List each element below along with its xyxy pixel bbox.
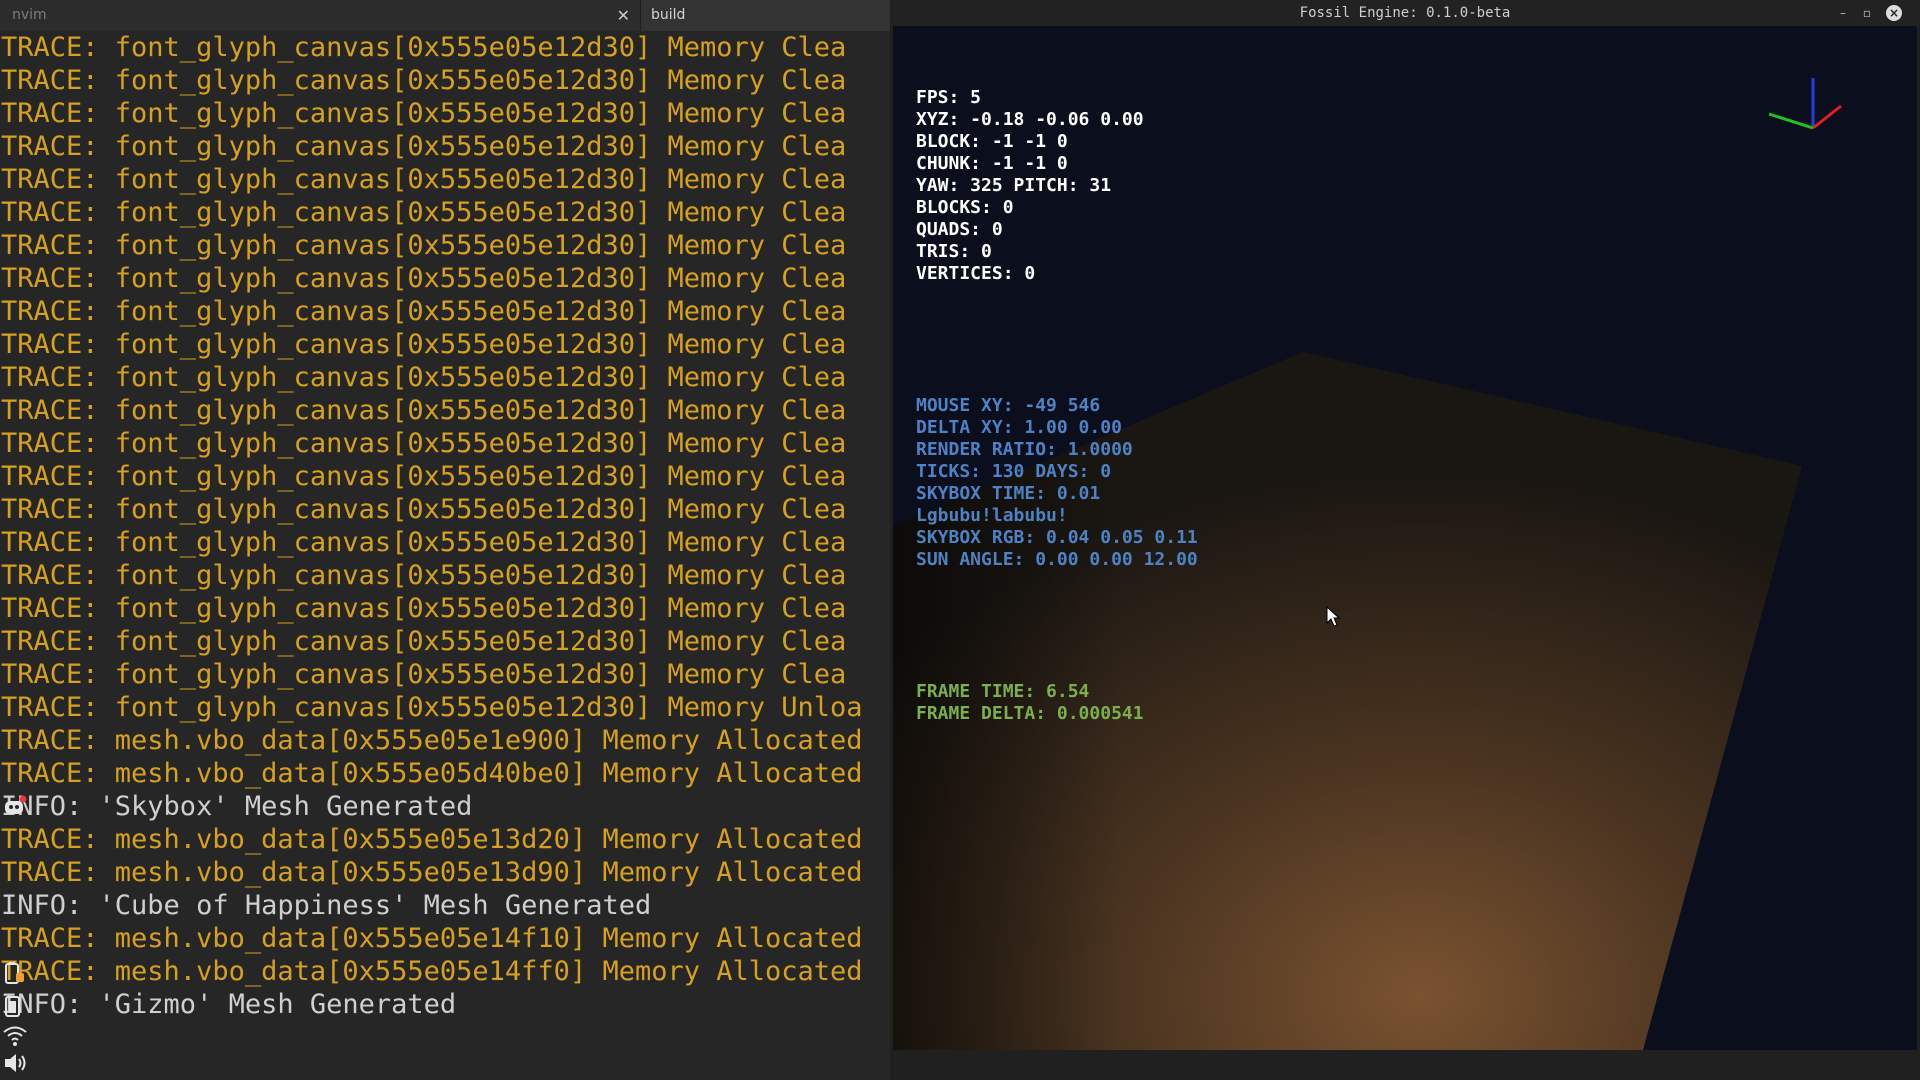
log-line: TRACE: font_glyph_canvas[0x555e05e12d30]…: [1, 395, 847, 426]
log-line: TRACE: font_glyph_canvas[0x555e05e12d30]…: [1, 626, 847, 657]
hud-line: SKYBOX RGB: 0.04 0.05 0.11: [916, 527, 1198, 548]
tab-nvim[interactable]: nvim ✕: [0, 0, 640, 31]
hud-line: RENDER RATIO: 1.0000: [916, 439, 1133, 460]
hud-line: BLOCK: -1 -1 0: [916, 131, 1068, 152]
maximize-button[interactable]: ▫: [1858, 4, 1876, 22]
hud-line: TRIS: 0: [916, 241, 992, 262]
volume-icon[interactable]: [2, 1050, 28, 1076]
log-line: TRACE: mesh.vbo_data[0x555e05e13d90] Mem…: [1, 857, 863, 888]
hud-line: BLOCKS: 0: [916, 197, 1014, 218]
tab-build-label: build: [651, 7, 686, 23]
battery-icon[interactable]: [2, 960, 28, 986]
hud-line: MOUSE XY: -49 546: [916, 395, 1101, 416]
minimize-button[interactable]: –: [1834, 4, 1852, 22]
game-viewport[interactable]: FPS: 5 XYZ: -0.18 -0.06 0.00 BLOCK: -1 -1 …: [893, 26, 1917, 1050]
log-line: TRACE: font_glyph_canvas[0x555e05e12d30]…: [1, 296, 847, 327]
hud-line: SUN ANGLE: 0.00 0.00 12.00: [916, 549, 1198, 570]
terminal-tab-bar: nvim ✕ build: [0, 0, 890, 31]
game-window[interactable]: Fossil Engine: 0.1.0-beta – ▫ × FPS: 5 X…: [890, 0, 1920, 1080]
hud-line: FRAME TIME: 6.54: [916, 681, 1090, 702]
hud-line: SKYBOX TIME: 0.01: [916, 483, 1101, 504]
log-line: TRACE: mesh.vbo_data[0x555e05e14f10] Mem…: [1, 923, 863, 954]
log-line: TRACE: font_glyph_canvas[0x555e05e12d30]…: [1, 98, 847, 129]
hud-line: DELTA XY: 1.00 0.00: [916, 417, 1122, 438]
tab-build[interactable]: build: [641, 0, 890, 31]
wifi-icon[interactable]: [2, 1023, 28, 1049]
log-line: TRACE: font_glyph_canvas[0x555e05e12d30]…: [1, 362, 847, 393]
log-line: INFO: 'Skybox' Mesh Generated: [1, 791, 473, 822]
log-output: TRACE: font_glyph_canvas[0x555e05e12d30]…: [0, 31, 890, 1021]
log-line: TRACE: font_glyph_canvas[0x555e05e12d30]…: [1, 65, 847, 96]
log-line: TRACE: font_glyph_canvas[0x555e05e12d30]…: [1, 527, 847, 558]
hud-line: FRAME DELTA: 0.000541: [916, 703, 1144, 724]
log-line: TRACE: mesh.vbo_data[0x555e05e1e900] Mem…: [1, 725, 863, 756]
hud-line: CHUNK: -1 -1 0: [916, 153, 1068, 174]
hud-stats-white: FPS: 5 XYZ: -0.18 -0.06 0.00 BLOCK: -1 -1 …: [916, 87, 1198, 285]
hud-line: QUADS: 0: [916, 219, 1003, 240]
log-line: TRACE: font_glyph_canvas[0x555e05e12d30]…: [1, 164, 847, 195]
log-line: TRACE: font_glyph_canvas[0x555e05e12d30]…: [1, 329, 847, 360]
log-line: TRACE: mesh.vbo_data[0x555e05e13d20] Mem…: [1, 824, 863, 855]
window-title: Fossil Engine: 0.1.0-beta: [1299, 5, 1511, 21]
hud-line: Lgbubu!labubu!: [916, 505, 1068, 526]
log-line: TRACE: font_glyph_canvas[0x555e05e12d30]…: [1, 461, 847, 492]
hud-stats-green: FRAME TIME: 6.54 FRAME DELTA: 0.000541: [916, 681, 1198, 725]
hud-line: TICKS: 130 DAYS: 0: [916, 461, 1112, 482]
hud-stats-blue: MOUSE XY: -49 546 DELTA XY: 1.00 0.00 REND…: [916, 395, 1198, 571]
log-line: TRACE: font_glyph_canvas[0x555e05e12d30]…: [1, 593, 847, 624]
battery-full-icon[interactable]: [2, 993, 28, 1019]
hud-line: VERTICES: 0: [916, 263, 1036, 284]
tab-nvim-label: nvim: [12, 7, 47, 23]
log-line: TRACE: font_glyph_canvas[0x555e05e12d30]…: [1, 659, 847, 690]
log-line: TRACE: font_glyph_canvas[0x555e05e12d30]…: [1, 131, 847, 162]
terminal-window[interactable]: nvim ✕ build TRACE: font_glyph_canvas[0x…: [0, 0, 890, 1080]
discord-icon[interactable]: [2, 794, 28, 820]
log-line: TRACE: font_glyph_canvas[0x555e05e12d30]…: [1, 197, 847, 228]
hud-line: YAW: 325 PITCH: 31: [916, 175, 1112, 196]
log-line: TRACE: font_glyph_canvas[0x555e05e12d30]…: [1, 560, 847, 591]
axis-gizmo-icon: [1768, 78, 1842, 130]
log-line: TRACE: font_glyph_canvas[0x555e05e12d30]…: [1, 263, 847, 294]
close-button[interactable]: ×: [1886, 5, 1902, 21]
log-line: TRACE: font_glyph_canvas[0x555e05e12d30]…: [1, 494, 847, 525]
hud-line: FPS: 5: [916, 87, 982, 108]
debug-hud: FPS: 5 XYZ: -0.18 -0.06 0.00 BLOCK: -1 -1 …: [916, 43, 1198, 769]
log-line: INFO: 'Gizmo' Mesh Generated: [1, 989, 457, 1020]
mouse-cursor-icon: [1326, 606, 1341, 627]
hud-line: XYZ: -0.18 -0.06 0.00: [916, 109, 1144, 130]
log-line: TRACE: font_glyph_canvas[0x555e05e12d30]…: [1, 428, 847, 459]
log-line: TRACE: font_glyph_canvas[0x555e05e12d30]…: [1, 692, 863, 723]
log-line: TRACE: font_glyph_canvas[0x555e05e12d30]…: [1, 32, 847, 63]
log-line: TRACE: mesh.vbo_data[0x555e05d40be0] Mem…: [1, 758, 863, 789]
log-line: TRACE: font_glyph_canvas[0x555e05e12d30]…: [1, 230, 847, 261]
window-titlebar[interactable]: Fossil Engine: 0.1.0-beta – ▫ ×: [890, 0, 1920, 26]
close-icon[interactable]: ✕: [617, 0, 630, 31]
log-line: INFO: 'Cube of Happiness' Mesh Generated: [1, 890, 652, 921]
log-line: TRACE: mesh.vbo_data[0x555e05e14ff0] Mem…: [1, 956, 863, 987]
